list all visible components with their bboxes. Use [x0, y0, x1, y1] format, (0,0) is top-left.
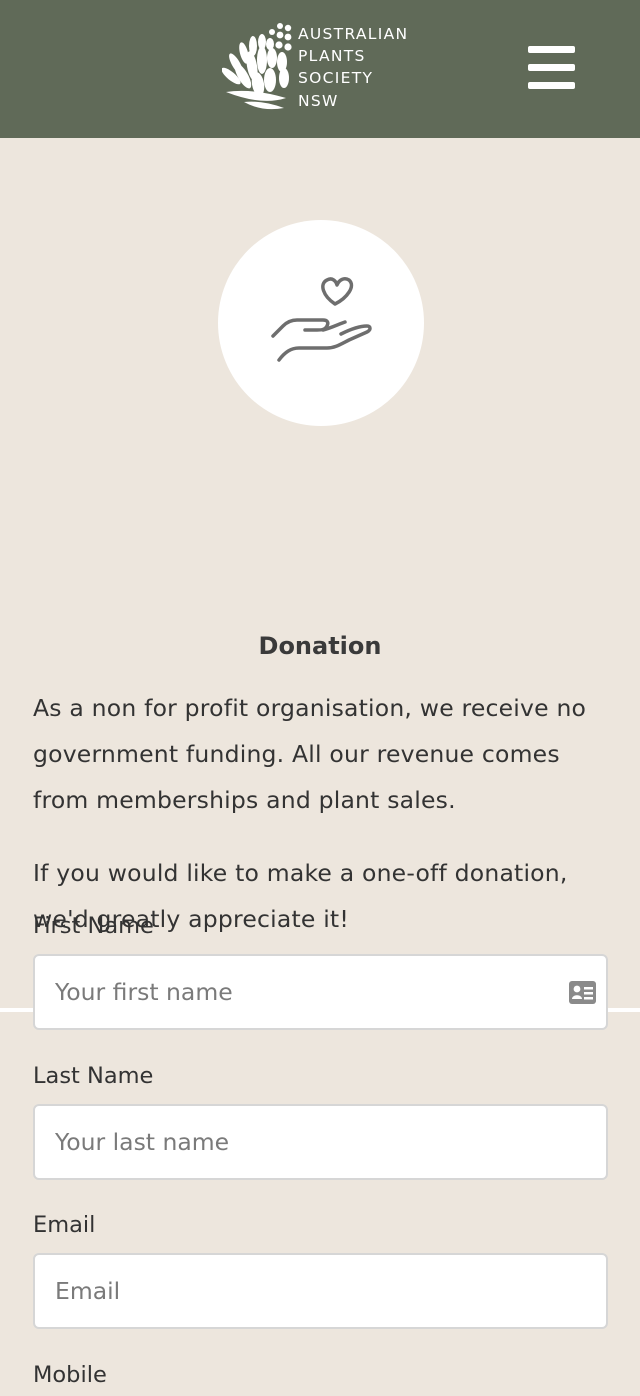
menu-bar	[528, 46, 575, 53]
site-logo[interactable]: AUSTRALIAN PLANTS SOCIETY NSW	[222, 20, 408, 112]
contact-card-icon[interactable]	[568, 980, 597, 1005]
menu-bar	[528, 64, 575, 71]
logo-text: AUSTRALIAN PLANTS SOCIETY NSW	[298, 23, 408, 112]
donation-intro: Donation As a non for profit organisatio…	[0, 138, 640, 1012]
logo-line: PLANTS	[298, 47, 366, 66]
logo-line: SOCIETY	[298, 69, 374, 88]
hamburger-menu-icon[interactable]	[528, 46, 575, 90]
site-header: AUSTRALIAN PLANTS SOCIETY NSW	[0, 0, 640, 138]
donation-paragraph-1: As a non for profit organisation, we rec…	[33, 694, 587, 814]
last-name-field[interactable]	[33, 1104, 608, 1180]
waratah-logo-icon	[222, 23, 292, 110]
email-label: Email	[33, 1212, 96, 1238]
donation-icon-circle	[218, 220, 424, 426]
first-name-label: First Name	[33, 913, 154, 939]
logo-line: NSW	[298, 91, 339, 110]
menu-bar	[528, 82, 575, 89]
last-name-label: Last Name	[33, 1063, 154, 1089]
mobile-label: Mobile	[33, 1362, 107, 1388]
email-field[interactable]	[33, 1253, 608, 1329]
hand-heart-icon	[271, 277, 372, 362]
first-name-field[interactable]	[33, 954, 608, 1030]
logo-line: AUSTRALIAN	[298, 25, 409, 43]
donation-title: Donation	[258, 632, 382, 660]
